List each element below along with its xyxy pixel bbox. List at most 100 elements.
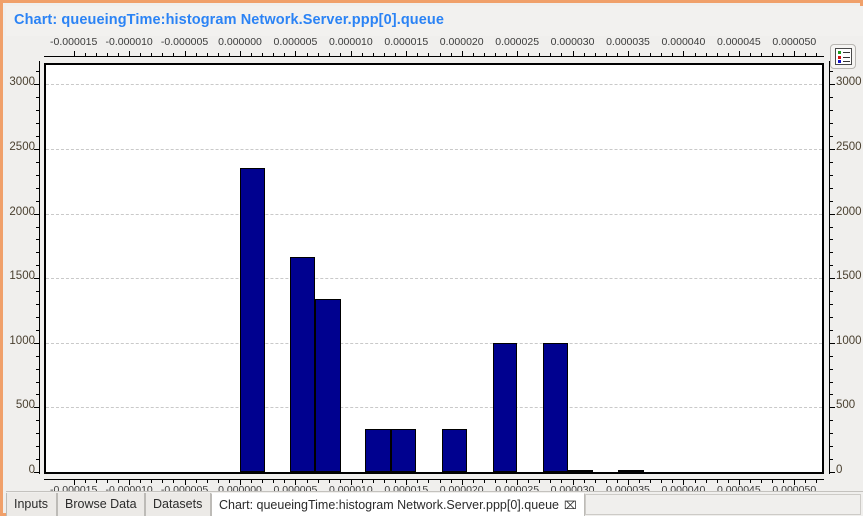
x-tick-major [738, 51, 740, 56]
x-tick-minor [339, 53, 341, 56]
x-tick-minor [694, 53, 696, 56]
x-tick-major [184, 480, 186, 485]
y-tick-minor [36, 420, 39, 422]
x-tick-minor [539, 53, 541, 56]
x-tick-minor [428, 53, 430, 56]
histogram-bar[interactable] [315, 298, 341, 472]
x-tick-minor [206, 480, 208, 483]
x-tick-minor [118, 480, 120, 483]
x-tick-major [295, 480, 297, 485]
histogram-bar[interactable] [365, 428, 391, 472]
histogram-bar[interactable] [441, 428, 468, 472]
legend-list-icon-button[interactable] [830, 44, 856, 69]
x-tick-major [350, 480, 352, 485]
histogram-bar[interactable] [240, 167, 266, 472]
histogram-bar[interactable] [568, 470, 593, 472]
close-icon[interactable]: ⌧ [559, 500, 577, 512]
tab-chart-queueingtime-histogram-network-server-ppp-0-queue[interactable]: Chart: queueingTime:histogram Network.Se… [211, 493, 585, 516]
y-tick-major [830, 342, 835, 344]
y-tick-major [34, 148, 39, 150]
y-tick-label: 1500 [9, 270, 35, 283]
y-tick-major [34, 472, 39, 473]
x-tick-label: 0.000025 [495, 36, 540, 48]
y-tick-minor [830, 355, 833, 357]
y-tick-major [830, 278, 835, 280]
x-tick-minor [616, 53, 618, 56]
bottom-tabbar[interactable]: Inputs Browse Data Datasets Chart: queueing… [6, 491, 863, 516]
y-tick-minor [830, 97, 833, 99]
y-tick-minor [36, 97, 39, 99]
x-tick-label: 0.000040 [661, 36, 706, 48]
y-tick-minor [830, 161, 833, 163]
x-tick-label: 0.000035 [606, 36, 650, 48]
x-tick-minor [605, 53, 607, 56]
y-tick-major [830, 213, 835, 215]
x-tick-label: 0.000020 [439, 36, 484, 48]
x-tick-minor [140, 53, 142, 56]
tab-browse-data[interactable]: Browse Data [57, 493, 145, 516]
x-tick-minor [594, 53, 596, 56]
y-tick-minor [830, 316, 833, 318]
y-tick-minor [830, 200, 833, 202]
x-tick-minor [284, 53, 286, 56]
histogram-bar[interactable] [492, 342, 518, 472]
x-tick-minor [472, 53, 474, 56]
x-tick-major [184, 51, 186, 56]
x-tick-minor [772, 480, 774, 483]
x-tick-minor [506, 480, 508, 483]
y-tick-minor [830, 136, 833, 138]
x-tick-minor [84, 53, 86, 56]
x-tick-major [572, 51, 574, 56]
x-tick-minor [217, 53, 219, 56]
y-tick-minor [36, 110, 39, 112]
x-tick-minor [173, 480, 175, 483]
tab-inputs[interactable]: Inputs [6, 493, 57, 516]
x-tick-minor [439, 53, 441, 56]
x-tick-major [683, 51, 685, 56]
x-tick-minor [561, 480, 563, 483]
x-tick-minor [439, 480, 441, 483]
x-tick-major [461, 51, 463, 56]
x-tick-label: 0.000015 [384, 36, 429, 48]
x-tick-minor [672, 480, 674, 483]
histogram-bar[interactable] [542, 342, 569, 472]
x-tick-minor [749, 480, 751, 483]
histogram-bar[interactable] [390, 428, 417, 472]
x-tick-major [794, 480, 796, 485]
x-tick-minor [217, 480, 219, 483]
y-tick-minor [830, 446, 833, 448]
tab-label: Inputs [14, 497, 49, 511]
x-tick-label: -0.000015 [50, 36, 98, 48]
x-tick-minor [173, 53, 175, 56]
x-tick-minor [583, 53, 585, 56]
x-tick-minor [550, 53, 552, 56]
histogram-bar[interactable] [289, 256, 316, 472]
y-tick-minor [830, 381, 833, 383]
x-tick-minor [106, 480, 108, 483]
x-tick-minor [195, 53, 197, 56]
tab-label: Browse Data [65, 497, 137, 511]
x-tick-minor [805, 53, 807, 56]
x-tick-minor [716, 480, 718, 483]
y-tick-minor [36, 200, 39, 202]
y-tick-label: 2000 [836, 205, 862, 218]
x-tick-minor [716, 53, 718, 56]
plot-inner [46, 65, 822, 472]
plot-area[interactable] [44, 63, 824, 474]
x-tick-minor [483, 53, 485, 56]
histogram-bar[interactable] [618, 470, 644, 472]
x-tick-minor [672, 53, 674, 56]
gridline-y [46, 278, 822, 280]
y-tick-label: 2000 [9, 205, 35, 218]
y-tick-minor [830, 123, 833, 125]
y-tick-label: 0 [836, 464, 843, 476]
y-tick-label: 2500 [836, 140, 862, 153]
y-tick-minor [36, 433, 39, 435]
chart-canvas[interactable]: -0.000015 -0.000010 -0.000005 0.000000 0.000… [6, 36, 863, 496]
y-tick-minor [830, 110, 833, 112]
tab-datasets[interactable]: Datasets [145, 493, 211, 516]
y-tick-minor [36, 446, 39, 448]
x-tick-minor [539, 480, 541, 483]
y-tick-minor [36, 136, 39, 138]
y-tick-minor [830, 304, 833, 306]
